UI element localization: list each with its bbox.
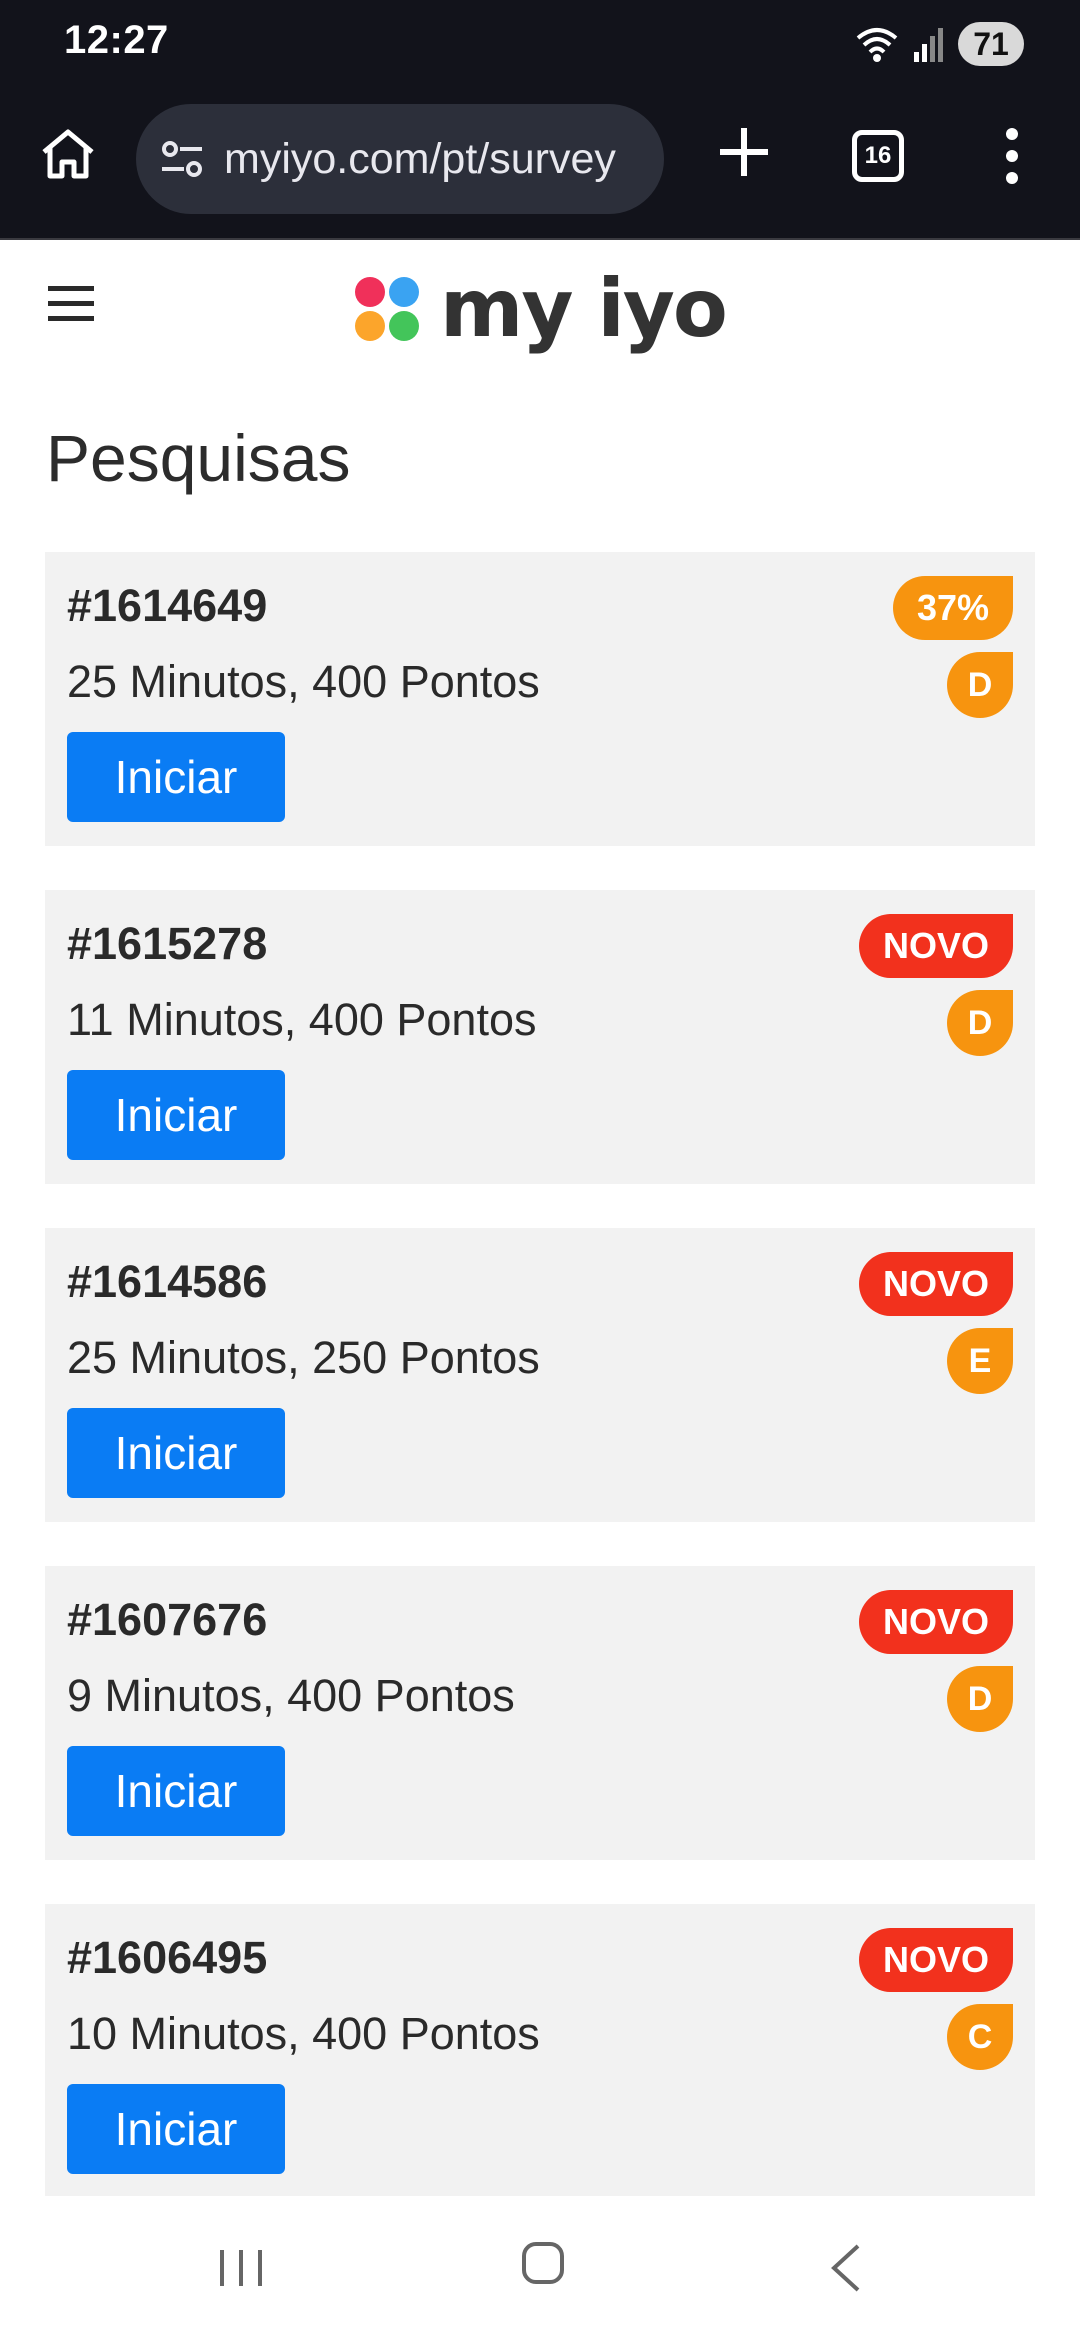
recent-apps-icon[interactable] [216, 2246, 266, 2290]
logo-mark-icon [355, 277, 419, 341]
survey-id: #1607676 [67, 1594, 268, 1645]
url-text: myiyo.com/pt/survey [224, 134, 616, 183]
start-survey-button[interactable]: Iniciar [67, 1070, 285, 1160]
plus-icon[interactable] [708, 116, 780, 188]
hamburger-menu-icon[interactable] [48, 284, 98, 324]
grade-badge: D [947, 990, 1013, 1056]
new-badge: NOVO [858, 1252, 1013, 1316]
survey-meta: 11 Minutos, 400 Pontos [67, 994, 537, 1045]
grade-badge: D [947, 652, 1013, 718]
start-survey-button[interactable]: Iniciar [67, 732, 285, 822]
address-bar[interactable]: myiyo.com/pt/survey [136, 104, 664, 214]
back-icon[interactable] [828, 2242, 864, 2294]
site-settings-icon[interactable] [158, 135, 206, 183]
home-icon[interactable] [36, 122, 100, 186]
site-logo[interactable]: my iyo [352, 262, 728, 355]
browser-toolbar: myiyo.com/pt/survey 16 [0, 90, 1080, 240]
survey-meta: 25 Minutos, 250 Pontos [67, 1332, 540, 1383]
survey-card: #1614649 25 Minutos, 400 Pontos Iniciar … [45, 552, 1035, 846]
grade-badge: D [947, 1666, 1013, 1732]
wifi-icon [856, 28, 898, 62]
site-header: my iyo [0, 240, 1080, 370]
tab-count: 16 [864, 142, 892, 169]
progress-badge: 37% [892, 576, 1013, 640]
survey-meta: 10 Minutos, 400 Pontos [67, 2008, 540, 2059]
new-badge: NOVO [858, 1928, 1013, 1992]
survey-id: #1606495 [67, 1932, 268, 1983]
new-badge: NOVO [858, 1590, 1013, 1654]
survey-card: #1615278 11 Minutos, 400 Pontos Iniciar … [45, 890, 1035, 1184]
start-survey-button[interactable]: Iniciar [67, 1746, 285, 1836]
page-title: Pesquisas [46, 421, 351, 495]
survey-meta: 25 Minutos, 400 Pontos [67, 656, 540, 707]
grade-badge: C [947, 2004, 1013, 2070]
survey-card: #1614586 25 Minutos, 250 Pontos Iniciar … [45, 1228, 1035, 1522]
battery-indicator: 71 [958, 22, 1024, 66]
new-badge: NOVO [858, 914, 1013, 978]
tab-switcher-button[interactable]: 16 [852, 130, 904, 182]
survey-card: #1607676 9 Minutos, 400 Pontos Iniciar N… [45, 1566, 1035, 1860]
signal-icon [914, 28, 943, 62]
survey-card: #1606495 10 Minutos, 400 Pontos Iniciar … [45, 1904, 1035, 2198]
start-survey-button[interactable]: Iniciar [67, 2084, 285, 2174]
survey-id: #1615278 [67, 918, 268, 969]
grade-badge: E [947, 1328, 1013, 1394]
survey-id: #1614649 [67, 580, 268, 631]
status-icons: 71 [854, 22, 1024, 66]
home-circle-icon[interactable] [520, 2240, 566, 2286]
system-nav-bar [0, 2196, 1080, 2340]
status-time: 12:27 [64, 18, 169, 62]
more-vert-icon[interactable] [990, 124, 1034, 188]
logo-text: my iyo [440, 262, 728, 355]
survey-meta: 9 Minutos, 400 Pontos [67, 1670, 515, 1721]
start-survey-button[interactable]: Iniciar [67, 1408, 285, 1498]
survey-list: #1614649 25 Minutos, 400 Pontos Iniciar … [45, 552, 1035, 2242]
survey-id: #1614586 [67, 1256, 268, 1307]
status-bar: 12:27 71 [0, 0, 1080, 90]
